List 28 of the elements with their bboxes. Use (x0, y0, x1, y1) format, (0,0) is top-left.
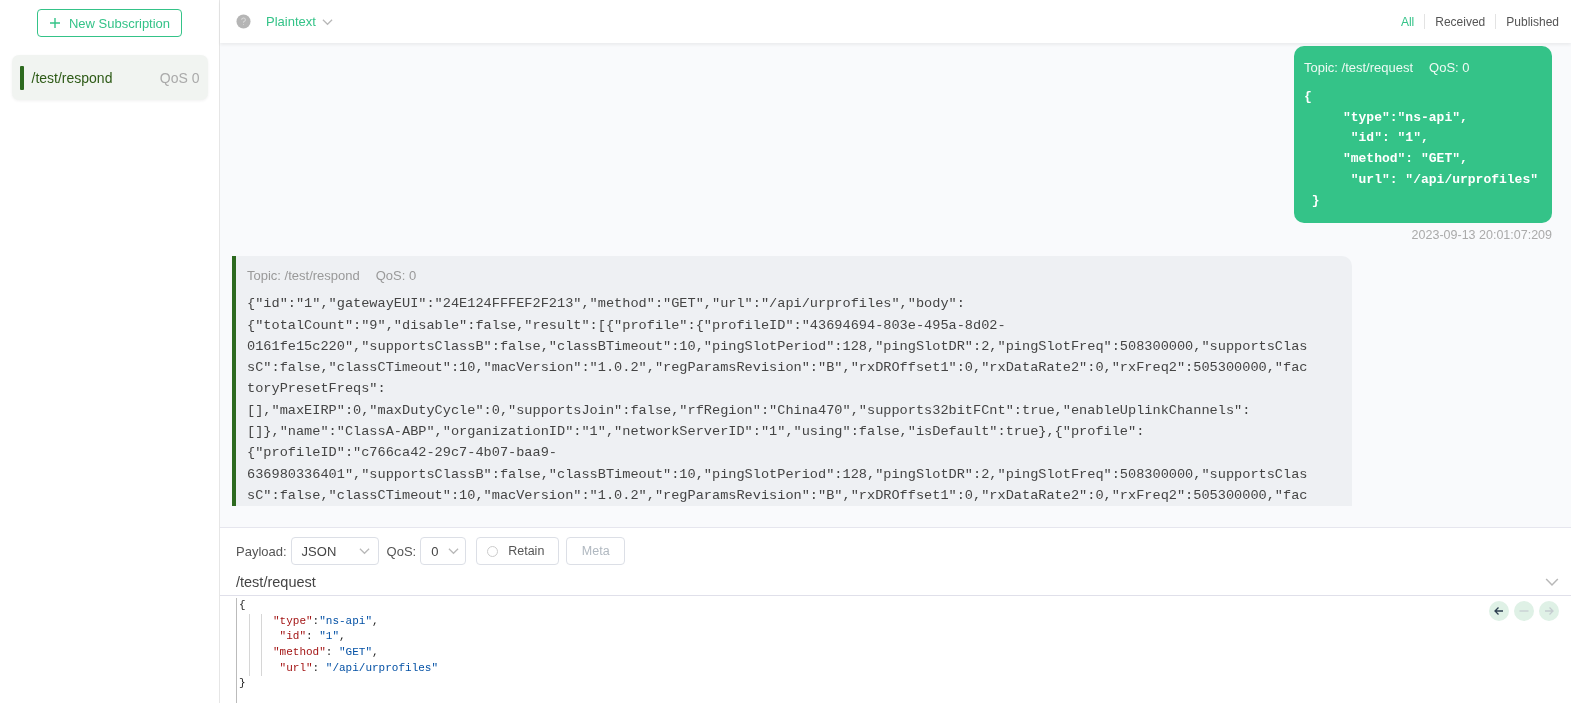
left-arrow-icon (1493, 605, 1505, 617)
topic-input[interactable]: /test/request (236, 574, 1545, 590)
back-button[interactable] (1489, 601, 1509, 621)
subscription-qos: QoS 0 (159, 69, 200, 86)
subscription-topic: /test/respond (31, 69, 114, 86)
message-payload: {"id":"1","gatewayEUI":"24E124FFFEF2F213","method":"GET","url":"/api/urprofiles","body": {"totalCount":"9","disable":false,"result":[{"profile":{"profileID":"43694694-803e-495a-8d02- 0161fe15c220","supportsClassB":false,"classBTimeout":10,"pingSlotPeriod":128,"pingSlotDR":2,"pingSlotFreq":508300000,"supportsClas sC":false,"classCTimeout":10,"macVersion":"1.0.2","regParamsRevision":"B","rxDROffset1":0,"rxDataRate2":0,"rxFreq2":505300000,"fac toryPresetFreqs": [],"maxEIRP":0,"maxDutyCycle":0,"supportsJoin":false,"rfRegion":"China470","supports32bitFCnt":true,"enableUplinkChannels": []},"name":"ClassA-ABP","organizationID":"1","networkServerID":"1","using":false,"isDefault":true},{"profile": {"profileID":"c766ca42-29c7-4b07-baa9- 636980336401","supportsClassB":false,"classBTimeout":10,"pingSlotPeriod":128,"pingSlotDR":2,"pingSlotFreq":508300000,"supportsClas sC":false,"classCTimeout":10,"macVersion":"1.0.2","regParamsRevision":"B","rxDROffset1":0,"rxDataRate2":0,"rxFreq2":505300000,"fac (247, 295, 1309, 505)
caret-icon (321, 17, 333, 26)
filter-tab[interactable]: Received (1435, 14, 1486, 29)
right-arrow-icon (1543, 605, 1555, 617)
message-payload: { "type":"ns-api", "id": "1", "method": "GET", "url": "/api/urprofiles" } (1303, 88, 1538, 210)
plus-icon (48, 17, 61, 29)
help-icon[interactable] (236, 14, 251, 29)
message-time: 2023-09-13 20:01:07:209 (1411, 228, 1552, 243)
qos-label: QoS: (386, 543, 417, 559)
code-editor[interactable]: { "type":"ns-api", "id": "1", "method": "GET", "url": "/api/urprofiles" } (236, 598, 1489, 703)
filter-tab[interactable]: Published (1506, 14, 1559, 29)
chevron-icon[interactable] (1545, 577, 1559, 587)
message-qos: QoS: 0 (375, 268, 417, 284)
message-topic: Topic: /test/respond (247, 268, 360, 284)
payload-label: Payload: (236, 543, 287, 559)
caret-icon (358, 547, 370, 555)
caret-icon (448, 547, 460, 555)
retain-checkbox[interactable]: Retain (476, 537, 560, 565)
payload-format-select[interactable]: JSON (290, 537, 379, 565)
message-topic: Topic: /test/request (1303, 60, 1414, 75)
message-qos: QoS: 0 (1429, 60, 1470, 75)
subscription-item[interactable]: /test/respond QoS 0 (11, 55, 208, 100)
qos-select[interactable]: 0 (420, 537, 467, 565)
